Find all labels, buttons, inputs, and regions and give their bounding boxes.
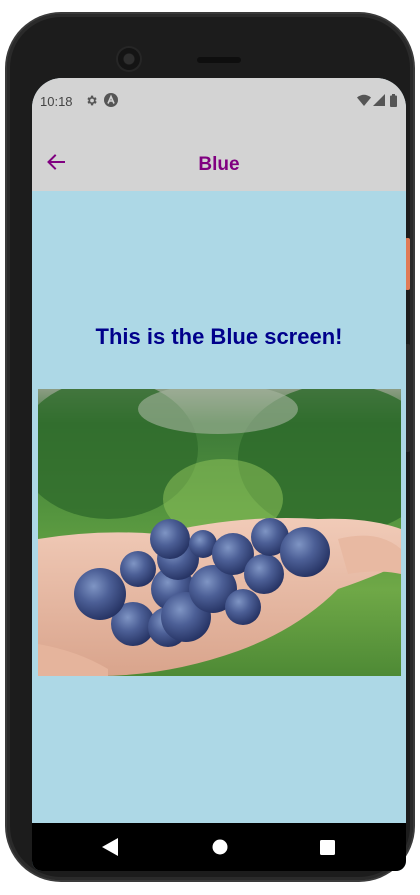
- earpiece-speaker: [197, 57, 241, 63]
- phone-frame: 10:18 Blue This is the Blue screen!: [7, 14, 413, 880]
- signal-icon: [373, 93, 385, 107]
- device-screen: 10:18 Blue This is the Blue screen!: [32, 78, 406, 871]
- recents-square-icon[interactable]: [316, 836, 338, 858]
- front-camera: [118, 48, 140, 70]
- battery-icon: [389, 93, 397, 107]
- screen-title: Blue: [198, 154, 240, 175]
- system-nav-bar: [32, 823, 406, 871]
- screen-heading: This is the Blue screen!: [95, 324, 343, 349]
- top-bezel: [7, 14, 413, 70]
- status-time: 10:18: [40, 94, 73, 109]
- home-circle-icon[interactable]: [209, 836, 231, 858]
- status-bar: 10:18: [32, 78, 406, 124]
- app-bar: Blue: [32, 124, 406, 191]
- back-triangle-icon[interactable]: [99, 836, 121, 858]
- blueberries-photo: [38, 389, 401, 676]
- app-a-icon: [104, 93, 118, 107]
- wifi-icon: [357, 93, 371, 107]
- settings-gear-icon: [84, 93, 98, 107]
